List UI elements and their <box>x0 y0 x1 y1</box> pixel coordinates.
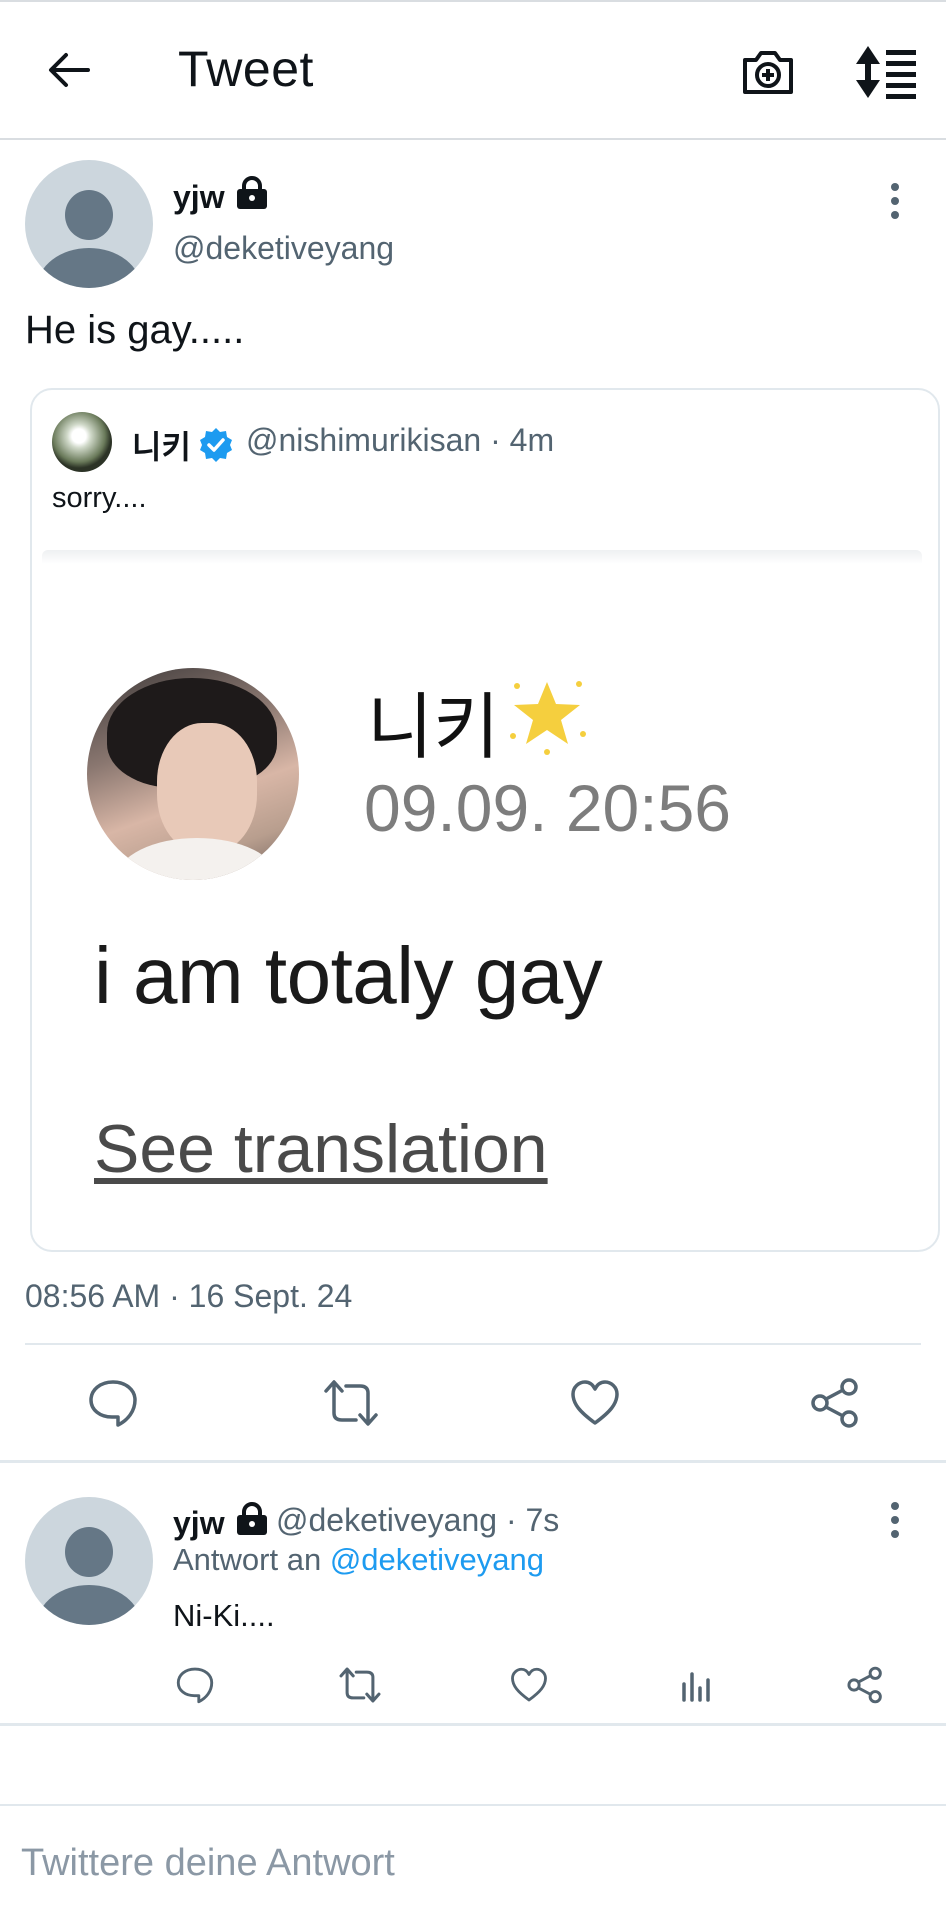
heart-icon <box>511 1667 547 1702</box>
share-icon <box>811 1378 858 1428</box>
reply-to-mention-link[interactable]: @deketiveyang <box>330 1542 544 1577</box>
divider <box>25 1343 921 1345</box>
image-date: 09.09. 20:56 <box>364 771 731 845</box>
reply-to-line: Antwort an @deketiveyang <box>173 1542 544 1578</box>
top-bar: Tweet <box>0 0 946 140</box>
quoted-author-avatar[interactable] <box>52 412 112 472</box>
retweet-icon <box>324 1380 378 1426</box>
tweet-timestamp: 08:56 AM · 16 Sept. 24 <box>25 1278 353 1314</box>
image-display-name-text: 니키 <box>367 688 500 768</box>
share-icon <box>847 1666 882 1704</box>
reply-icon <box>176 1667 214 1704</box>
heart-icon <box>571 1380 619 1425</box>
sort-button[interactable] <box>854 44 920 100</box>
reply-compose-input[interactable] <box>0 1806 946 1920</box>
author-display-name[interactable]: yjw <box>173 176 269 216</box>
image-profile-photo <box>87 668 299 880</box>
analytics-bars-icon <box>682 1672 710 1702</box>
quoted-tweet-card[interactable]: 니키 @nishimurikisan · 4m sorry.... 니키 09.… <box>30 388 940 1252</box>
page-title: Tweet <box>178 41 314 97</box>
quoted-author-name[interactable]: 니키 <box>132 422 235 468</box>
author-name-text: yjw <box>173 179 225 215</box>
reply-more-button[interactable] <box>880 1495 910 1545</box>
reply-to-prefix: Antwort an <box>173 1542 322 1577</box>
reply-icon <box>89 1380 137 1427</box>
quoted-tweet-text: sorry.... <box>52 482 147 514</box>
tweet-more-button[interactable] <box>880 176 910 226</box>
camera-button[interactable] <box>740 44 796 100</box>
back-button[interactable] <box>40 42 96 98</box>
retweet-icon <box>339 1667 381 1703</box>
reply-author-name-text: yjw <box>173 1505 225 1541</box>
reply-button[interactable] <box>80 1370 146 1436</box>
tweet-action-bar <box>0 1370 946 1436</box>
lock-icon <box>236 176 267 209</box>
reply-reply-button[interactable] <box>172 1662 218 1708</box>
reply-analytics-button[interactable] <box>674 1662 720 1708</box>
like-button[interactable] <box>562 1370 628 1436</box>
reply-author-name[interactable]: yjw <box>173 1502 269 1542</box>
camera-plus-icon <box>743 51 793 94</box>
quoted-author-name-text: 니키 <box>132 429 191 465</box>
sparkle-star-icon <box>510 681 587 755</box>
reply-text: Ni-Ki.... <box>173 1598 275 1633</box>
quoted-tweet-image[interactable]: 니키 09.09. 20:56 i am totaly gay See tran… <box>42 550 922 1240</box>
divider <box>0 1723 946 1726</box>
reply-share-button[interactable] <box>842 1662 888 1708</box>
image-see-translation: See translation <box>94 1111 548 1187</box>
quoted-author-handle-time: @nishimurikisan · 4m <box>246 422 555 458</box>
verified-badge-icon <box>199 428 232 462</box>
lock-icon <box>236 1502 267 1535</box>
tweet-text: He is gay..... <box>25 308 245 352</box>
reply-author-avatar[interactable] <box>25 1497 153 1625</box>
retweet-button[interactable] <box>318 1370 384 1436</box>
reply-like-button[interactable] <box>506 1662 552 1708</box>
author-avatar[interactable] <box>25 160 153 288</box>
divider <box>0 1460 946 1463</box>
image-post-text: i am totaly gay <box>94 931 603 1020</box>
reply-handle-time: @deketiveyang · 7s <box>276 1502 560 1538</box>
sort-list-icon <box>856 46 916 99</box>
reply-retweet-button[interactable] <box>337 1662 383 1708</box>
image-display-name: 니키 <box>367 668 589 773</box>
back-arrow-icon <box>49 53 90 87</box>
author-handle[interactable]: @deketiveyang <box>173 230 394 267</box>
share-button[interactable] <box>802 1370 868 1436</box>
